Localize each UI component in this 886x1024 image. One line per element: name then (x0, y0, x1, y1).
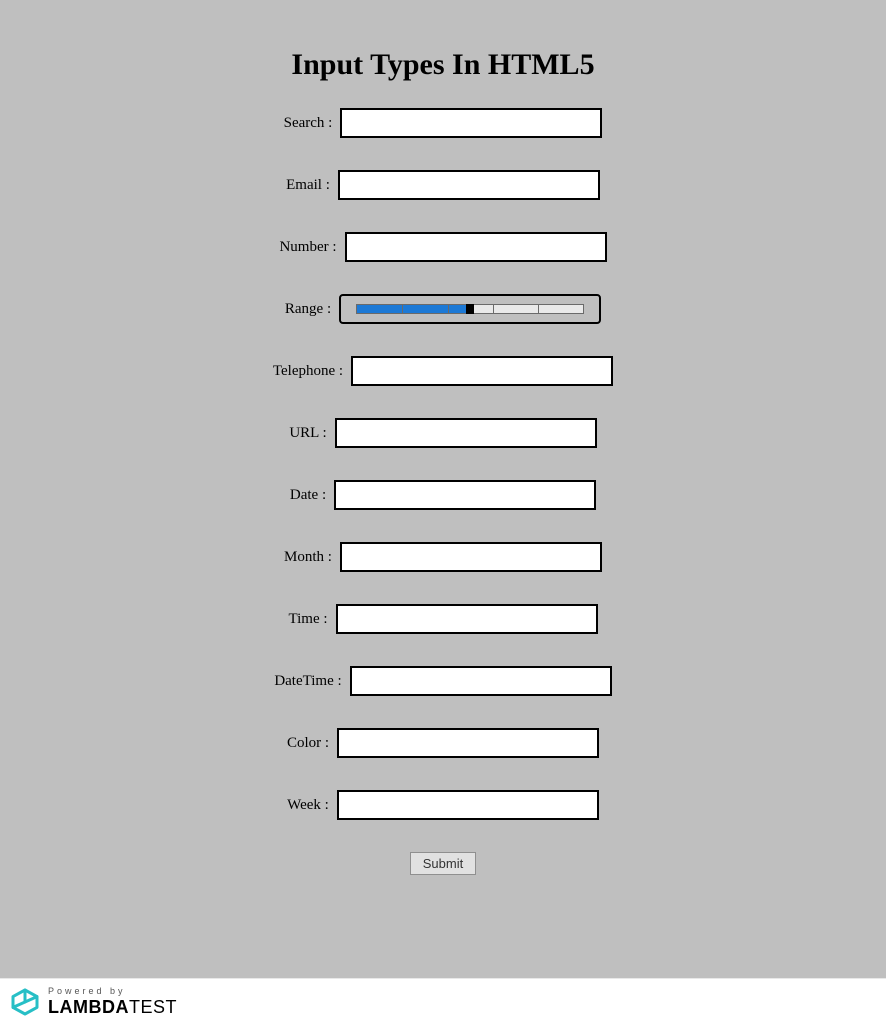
label-date: Date : (290, 487, 326, 504)
label-datetime: DateTime : (274, 673, 341, 690)
row-color: Color : (287, 728, 599, 758)
label-url: URL : (289, 425, 326, 442)
month-input[interactable] (340, 542, 602, 572)
url-input[interactable] (335, 418, 597, 448)
row-range: Range : (285, 294, 601, 324)
label-email: Email : (286, 177, 330, 194)
brand-name-bold: LAMBDA (48, 997, 129, 1017)
datetime-input[interactable] (350, 666, 612, 696)
search-input[interactable] (340, 108, 602, 138)
row-month: Month : (284, 542, 602, 572)
color-input[interactable] (337, 728, 599, 758)
row-date: Date : (290, 480, 596, 510)
footer: Powered by LAMBDATEST (0, 978, 886, 1024)
row-week: Week : (287, 790, 599, 820)
label-telephone: Telephone : (273, 363, 343, 380)
label-number: Number : (279, 239, 336, 256)
email-input[interactable] (338, 170, 600, 200)
brand-name: LAMBDATEST (48, 998, 177, 1016)
row-telephone: Telephone : (273, 356, 613, 386)
page-title: Input Types In HTML5 (291, 48, 594, 82)
row-email: Email : (286, 170, 600, 200)
row-url: URL : (289, 418, 596, 448)
brand-text: Powered by LAMBDATEST (48, 987, 177, 1016)
row-time: Time : (288, 604, 597, 634)
brand: Powered by LAMBDATEST (10, 987, 177, 1017)
range-fill (357, 305, 470, 313)
label-color: Color : (287, 735, 329, 752)
label-search: Search : (284, 115, 333, 132)
range-thumb[interactable] (466, 304, 474, 314)
page: Input Types In HTML5 Search : Email : Nu… (0, 0, 886, 875)
range-input[interactable] (339, 294, 601, 324)
range-track (356, 304, 584, 314)
row-number: Number : (279, 232, 606, 262)
powered-by-label: Powered by (48, 987, 177, 996)
telephone-input[interactable] (351, 356, 613, 386)
input-form: Search : Email : Number : Range : (273, 108, 613, 875)
row-datetime: DateTime : (274, 666, 611, 696)
submit-button[interactable]: Submit (410, 852, 476, 875)
label-range: Range : (285, 301, 331, 318)
number-input[interactable] (345, 232, 607, 262)
week-input[interactable] (337, 790, 599, 820)
lambdatest-logo-icon (10, 987, 40, 1017)
range-tick (493, 305, 494, 313)
row-search: Search : (284, 108, 603, 138)
label-time: Time : (288, 611, 327, 628)
brand-name-thin: TEST (129, 997, 177, 1017)
range-tick (448, 305, 449, 313)
range-tick (538, 305, 539, 313)
range-tick (402, 305, 403, 313)
submit-wrap: Submit (410, 852, 476, 875)
label-week: Week : (287, 797, 329, 814)
date-input[interactable] (334, 480, 596, 510)
label-month: Month : (284, 549, 332, 566)
time-input[interactable] (336, 604, 598, 634)
